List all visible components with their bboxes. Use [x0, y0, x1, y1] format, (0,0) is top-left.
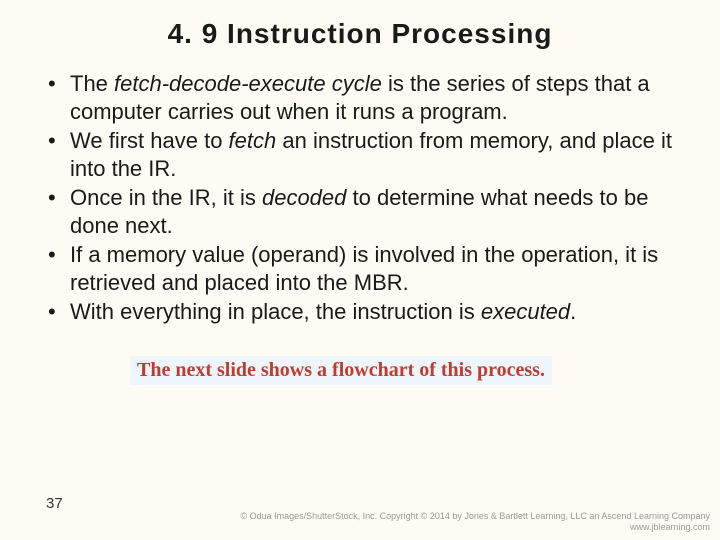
- list-item: The fetch-decode-execute cycle is the se…: [40, 70, 680, 125]
- bullet-text-pre: We first have to: [70, 128, 229, 153]
- bullet-text-em: fetch: [229, 128, 277, 153]
- note-box: The next slide shows a flowchart of this…: [130, 356, 552, 385]
- bullet-text-pre: Once in the IR, it is: [70, 185, 262, 210]
- list-item: We first have to fetch an instruction fr…: [40, 127, 680, 182]
- copyright: © Odua Images/ShutterStock, Inc. Copyrig…: [240, 511, 710, 532]
- bullet-text-em: executed: [481, 299, 570, 324]
- slide: 4. 9 Instruction Processing The fetch-de…: [0, 0, 720, 540]
- bullet-text-pre: If a memory value (operand) is involved …: [70, 242, 658, 295]
- bullet-text-post: .: [570, 299, 576, 324]
- bullet-text-em: decoded: [262, 185, 346, 210]
- list-item: If a memory value (operand) is involved …: [40, 241, 680, 296]
- list-item: With everything in place, the instructio…: [40, 298, 680, 326]
- copyright-line2: www.jblearning.com: [240, 522, 710, 532]
- copyright-line1: © Odua Images/ShutterStock, Inc. Copyrig…: [240, 511, 710, 521]
- slide-body: The fetch-decode-execute cycle is the se…: [0, 50, 720, 385]
- bullet-text-em: fetch-decode-execute cycle: [114, 71, 382, 96]
- bullet-text-pre: The: [70, 71, 114, 96]
- list-item: Once in the IR, it is decoded to determi…: [40, 184, 680, 239]
- slide-title: 4. 9 Instruction Processing: [0, 0, 720, 50]
- bullet-list: The fetch-decode-execute cycle is the se…: [40, 70, 680, 326]
- page-number: 37: [46, 495, 63, 512]
- bullet-text-pre: With everything in place, the instructio…: [70, 299, 481, 324]
